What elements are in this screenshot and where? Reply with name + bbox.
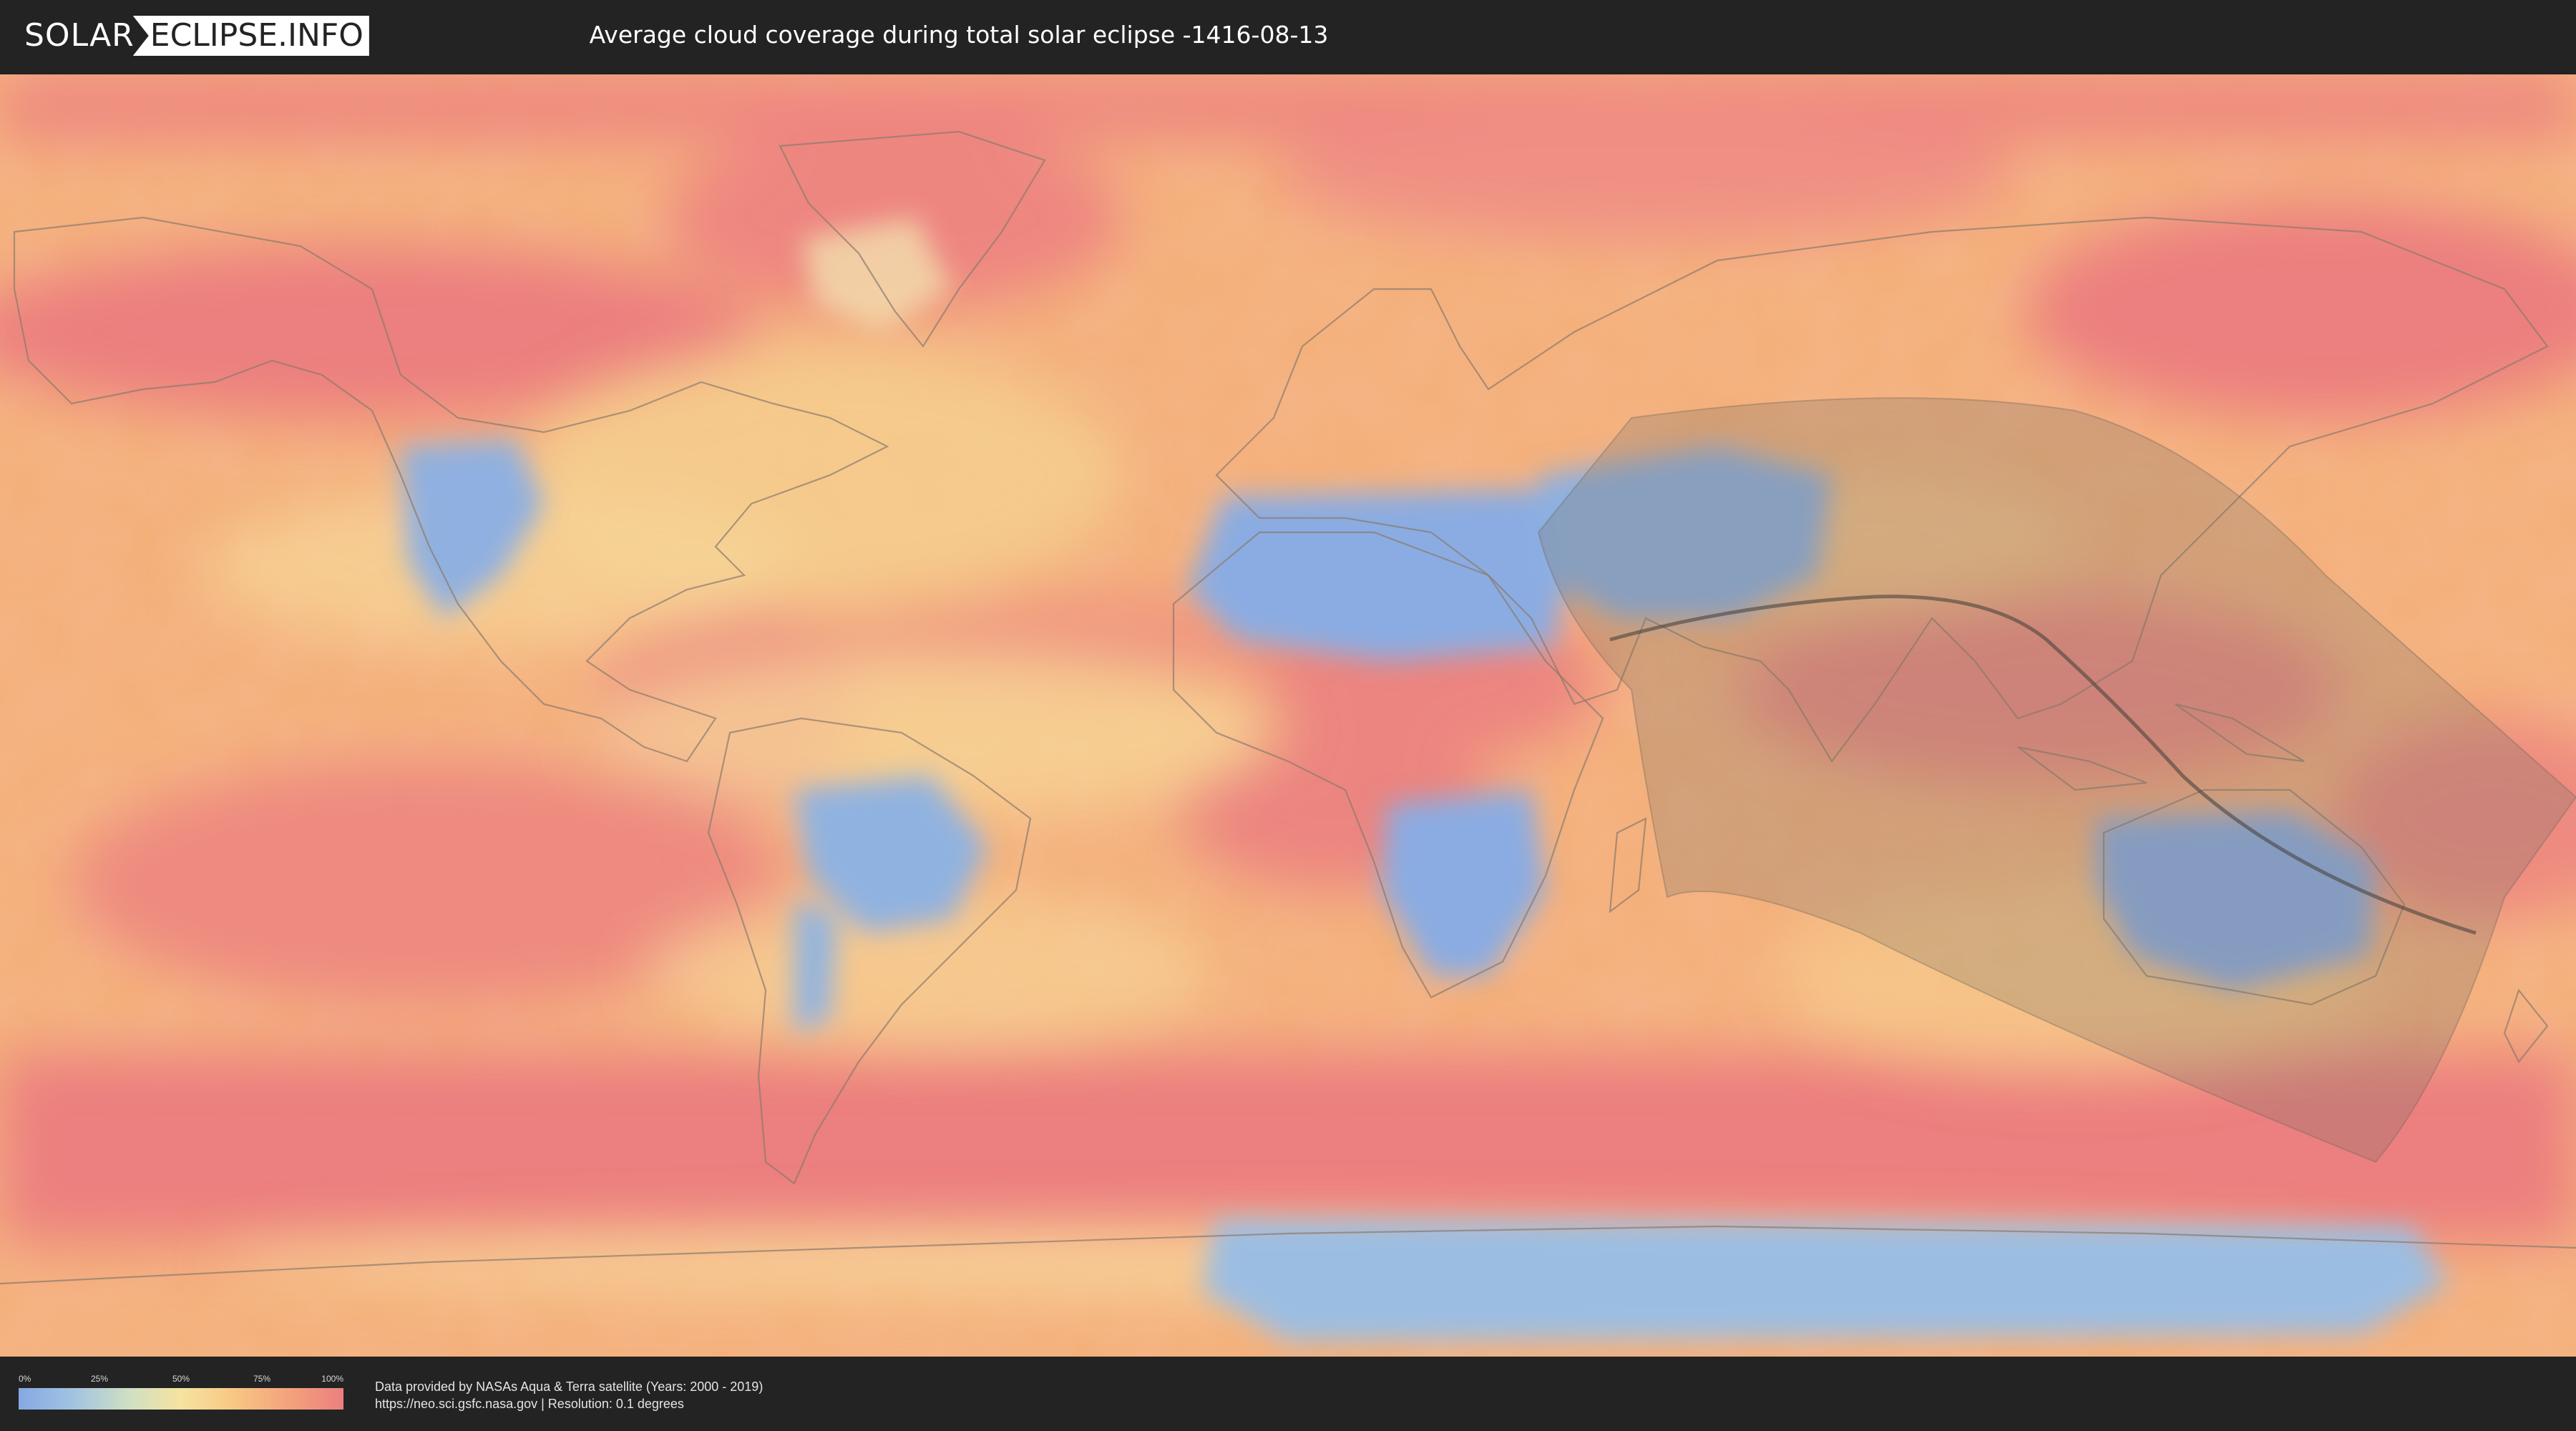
credits-line-url[interactable]: https://neo.sci.gsfc.nasa.gov | Resoluti… bbox=[375, 1395, 763, 1412]
legend-tick-25: 25% bbox=[90, 1374, 109, 1384]
footer-bar: 0% 25% 50% 75% 100% Data provided by NAS… bbox=[0, 1357, 2576, 1431]
credits-line-source: Data provided by NASAs Aqua & Terra sate… bbox=[375, 1379, 763, 1394]
legend-ticks: 0% 25% 50% 75% 100% bbox=[19, 1374, 343, 1387]
page: SOLAR ECLIPSE.INFO Average cloud coverag… bbox=[0, 0, 2576, 1431]
header-bar: SOLAR ECLIPSE.INFO Average cloud coverag… bbox=[0, 0, 2576, 72]
legend-tick-50: 50% bbox=[172, 1374, 190, 1384]
world-map-svg bbox=[0, 74, 2576, 1357]
cloud-coverage-map[interactable] bbox=[0, 74, 2576, 1357]
data-credits: Data provided by NASAs Aqua & Terra sate… bbox=[375, 1378, 763, 1412]
legend-tick-0: 0% bbox=[19, 1374, 31, 1384]
legend-tick-100: 100% bbox=[321, 1374, 343, 1384]
legend-color-scale bbox=[19, 1388, 343, 1410]
cloud-coverage-legend: 0% 25% 50% 75% 100% bbox=[19, 1374, 343, 1410]
legend-tick-75: 75% bbox=[253, 1374, 271, 1384]
page-title: Average cloud coverage during total sola… bbox=[589, 21, 1329, 49]
